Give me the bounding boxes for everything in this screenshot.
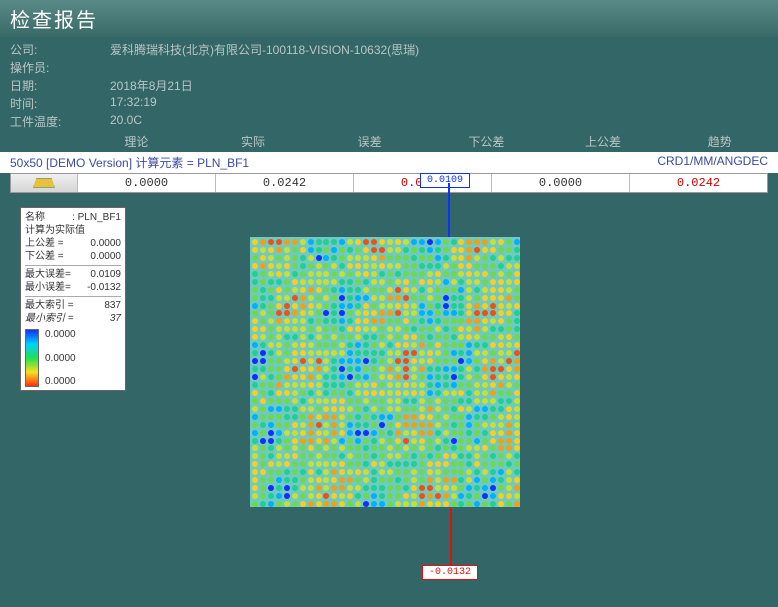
subheader-right: CRD1/MM/ANGDEC bbox=[657, 154, 768, 171]
col-error: 误差 bbox=[311, 133, 428, 150]
cell-theoretical: 0.0000 bbox=[77, 174, 215, 192]
legend-name: : PLN_BF1 bbox=[72, 211, 121, 224]
legend-maxidx: 837 bbox=[104, 299, 121, 312]
legend-minidx: 37 bbox=[110, 312, 121, 325]
colorbar: 0.0000 0.0000 0.0000 bbox=[25, 329, 121, 387]
date-label: 日期: bbox=[10, 77, 110, 94]
chart-area: 名称 : PLN_BF1 计算为实际值 上公差 = 0.0000 下公差 = 0.00… bbox=[0, 197, 778, 607]
legend-upper-label: 上公差 = bbox=[25, 237, 64, 250]
col-lower-tol: 下公差 bbox=[428, 133, 545, 150]
legend-minidx-label: 最小索引 = bbox=[25, 312, 74, 325]
legend-name-label: 名称 bbox=[25, 211, 45, 224]
col-upper-tol: 上公差 bbox=[545, 133, 662, 150]
company-value: 爱科腾瑞科技(北京)有限公司-100118-VISION-10632(思瑞) bbox=[110, 41, 419, 58]
company-label: 公司: bbox=[10, 41, 110, 58]
legend-maxerr: 0.0109 bbox=[90, 268, 121, 281]
heatmap bbox=[250, 237, 520, 507]
title-bar: 检查报告 bbox=[0, 0, 778, 37]
operator-label: 操作员: bbox=[10, 59, 110, 76]
legend-panel: 名称 : PLN_BF1 计算为实际值 上公差 = 0.0000 下公差 = 0.00… bbox=[20, 207, 126, 391]
min-indicator-line bbox=[450, 507, 452, 567]
subheader-left: 50x50 [DEMO Version] 计算元素 = PLN_BF1 bbox=[10, 154, 249, 171]
flatness-icon bbox=[11, 174, 77, 192]
legend-calc-label: 计算为实际值 bbox=[25, 224, 85, 237]
legend-maxidx-label: 最大索引 = bbox=[25, 299, 74, 312]
colorbar-tick-mid: 0.0000 bbox=[45, 353, 76, 364]
legend-lower: 0.0000 bbox=[90, 250, 121, 263]
subheader: 50x50 [DEMO Version] 计算元素 = PLN_BF1 CRD1… bbox=[0, 152, 778, 173]
legend-minerr: -0.0132 bbox=[87, 281, 121, 294]
min-annotation: -0.0132 bbox=[422, 565, 478, 580]
report-info: 公司: 爱科腾瑞科技(北京)有限公司-100118-VISION-10632(思… bbox=[0, 37, 778, 130]
report-title: 检查报告 bbox=[10, 10, 98, 32]
col-actual: 实际 bbox=[195, 133, 312, 150]
column-header: 理论 实际 误差 下公差 上公差 趋势 bbox=[0, 131, 778, 152]
temp-label: 工件温度: bbox=[10, 113, 110, 130]
legend-maxerr-label: 最大误差= bbox=[25, 268, 71, 281]
legend-upper: 0.0000 bbox=[90, 237, 121, 250]
col-trend: 趋势 bbox=[661, 133, 778, 150]
legend-minerr-label: 最小误差= bbox=[25, 281, 71, 294]
cell-actual: 0.0242 bbox=[215, 174, 353, 192]
time-value: 17:32:19 bbox=[110, 95, 157, 112]
cell-lower-tol: 0.0000 bbox=[491, 174, 629, 192]
cell-upper-tol: 0.0242 bbox=[629, 174, 767, 192]
date-value: 2018年8月21日 bbox=[110, 77, 193, 94]
time-label: 时间: bbox=[10, 95, 110, 112]
colorbar-tick-top: 0.0000 bbox=[45, 329, 76, 340]
colorbar-tick-bot: 0.0000 bbox=[45, 376, 76, 387]
data-row: 0.0000 0.0242 0.0242 0.0000 0.0242 bbox=[10, 173, 768, 193]
max-annotation: 0.0109 bbox=[420, 173, 470, 188]
temp-value: 20.0C bbox=[110, 113, 142, 130]
col-theoretical: 理论 bbox=[78, 133, 195, 150]
colorbar-gradient bbox=[25, 329, 39, 387]
legend-lower-label: 下公差 = bbox=[25, 250, 64, 263]
